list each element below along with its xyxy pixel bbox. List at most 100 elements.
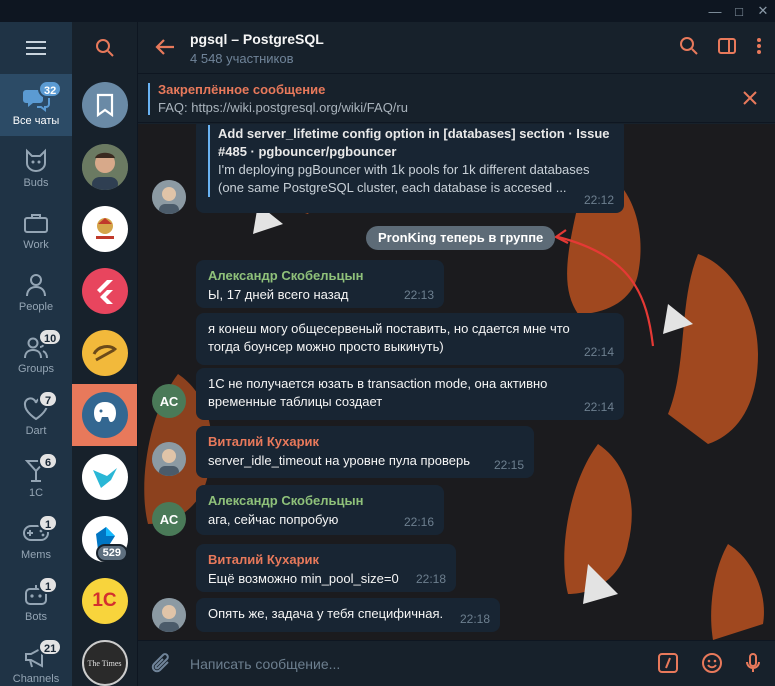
person-icon bbox=[26, 274, 46, 297]
maximize-icon[interactable]: □ bbox=[727, 0, 751, 22]
paperclip-icon bbox=[151, 653, 169, 673]
folder-buds[interactable]: Buds bbox=[0, 136, 72, 198]
cat-icon bbox=[26, 148, 46, 172]
compose-bar: Написать сообщение... bbox=[138, 640, 775, 686]
message-text: server_idle_timeout на уровне пула прове… bbox=[208, 453, 470, 468]
chat-title[interactable]: pgsql – PostgreSQL bbox=[190, 31, 324, 47]
link-preview-message[interactable]: Add server_lifetime config option in [da… bbox=[196, 124, 624, 213]
unread-badge: 1 bbox=[38, 514, 58, 532]
flutter-icon bbox=[81, 268, 128, 314]
chat-gopher[interactable] bbox=[72, 322, 137, 384]
message-text: тогда боунсер можно просто выкинуть) bbox=[208, 339, 444, 354]
author-name[interactable]: Александр Скобельцын bbox=[208, 267, 434, 285]
unread-badge: 6 bbox=[38, 452, 58, 470]
message-text: временные таблицы создает bbox=[208, 394, 383, 409]
folder-mems[interactable]: Mems 1 bbox=[0, 508, 72, 570]
author-name[interactable]: Виталий Кухарик bbox=[208, 551, 446, 569]
author-name[interactable]: Александр Скобельцын bbox=[208, 492, 434, 510]
more-vertical-icon[interactable] bbox=[755, 36, 763, 56]
bookmark-icon bbox=[81, 82, 128, 128]
1c-logo-icon: 1С bbox=[81, 578, 128, 624]
folder-channels[interactable]: Channels 21 bbox=[0, 632, 72, 686]
message-time: 22:14 bbox=[583, 345, 614, 359]
message-area: Add server_lifetime config option in [da… bbox=[138, 124, 775, 640]
emoji-icon[interactable] bbox=[701, 652, 723, 674]
avatar[interactable] bbox=[152, 598, 186, 632]
unread-badge: 7 bbox=[38, 390, 58, 408]
briefcase-icon bbox=[24, 214, 48, 233]
postgresql-icon bbox=[81, 392, 128, 438]
message-time: 22:13 bbox=[403, 288, 434, 302]
folder-label: Buds bbox=[23, 177, 49, 189]
message-bubble[interactable]: Виталий Кухарик server_idle_timeout на у… bbox=[196, 426, 534, 478]
folder-groups[interactable]: Groups 10 bbox=[0, 322, 72, 384]
chat-1c[interactable]: 1С bbox=[72, 570, 137, 632]
folder-all-chats[interactable]: Все чаты 32 bbox=[0, 74, 72, 136]
search-icon[interactable] bbox=[679, 36, 699, 56]
folder-label: Все чаты bbox=[12, 115, 60, 127]
chat-saved-messages[interactable] bbox=[72, 74, 137, 136]
folder-work[interactable]: Work bbox=[0, 198, 72, 260]
close-icon bbox=[743, 91, 757, 105]
emblem-avatar bbox=[81, 206, 128, 252]
folders-sidebar: Все чаты 32 Buds Work People Groups 10 D… bbox=[0, 22, 72, 686]
pinned-message[interactable]: Закреплённое сообщение FAQ: https://wiki… bbox=[138, 75, 775, 123]
service-message: PronKing теперь в группе bbox=[366, 226, 556, 250]
message-time: 22:18 bbox=[415, 572, 446, 586]
message-bubble[interactable]: Виталий Кухарик Ещё возможно min_pool_si… bbox=[196, 544, 456, 592]
search-button[interactable] bbox=[72, 22, 137, 74]
avatar bbox=[81, 144, 128, 190]
close-icon[interactable]: ✕ bbox=[751, 0, 775, 22]
folder-dart[interactable]: Dart 7 bbox=[0, 384, 72, 446]
folder-label: People bbox=[18, 301, 54, 313]
attach-button[interactable] bbox=[150, 652, 172, 681]
unread-badge: 10 bbox=[38, 328, 63, 346]
message-bubble[interactable]: Опять же, задача у тебя специфичная. 22:… bbox=[196, 598, 500, 632]
times-logo-icon: The Times bbox=[81, 640, 128, 686]
message-text: Опять же, задача у тебя специфичная. bbox=[208, 606, 444, 621]
search-icon bbox=[95, 39, 114, 57]
hamburger-icon bbox=[26, 47, 46, 49]
times-logo-text: The Times bbox=[87, 658, 122, 668]
message-input[interactable]: Написать сообщение... bbox=[190, 656, 340, 672]
microphone-icon[interactable] bbox=[745, 652, 761, 674]
folder-bots[interactable]: Bots 1 bbox=[0, 570, 72, 632]
message-bubble[interactable]: я конеш могу общесервеный поставить, но … bbox=[196, 313, 624, 365]
chat-emblem[interactable] bbox=[72, 198, 137, 260]
avatar[interactable]: АС bbox=[152, 384, 186, 418]
bot-commands-icon[interactable] bbox=[657, 652, 679, 674]
chat-flutter[interactable] bbox=[72, 260, 137, 322]
avatar[interactable] bbox=[152, 180, 186, 214]
chat-person[interactable] bbox=[72, 136, 137, 198]
minimize-icon[interactable]: — bbox=[703, 0, 727, 22]
folder-1c[interactable]: 1C 6 bbox=[0, 446, 72, 508]
message-time: 22:18 bbox=[459, 612, 490, 626]
folder-label: Groups bbox=[17, 363, 55, 375]
chat-postgresql[interactable] bbox=[72, 384, 137, 446]
pinned-indicator bbox=[148, 83, 150, 115]
chat-times[interactable]: The Times bbox=[72, 632, 137, 686]
preview-title-line2[interactable]: #485 · pgbouncer/pgbouncer bbox=[218, 143, 614, 161]
sidebar-toggle-icon[interactable] bbox=[717, 36, 737, 56]
message-text: Ещё возможно min_pool_size=0 bbox=[208, 571, 399, 586]
close-pinned-button[interactable] bbox=[741, 89, 759, 112]
1c-logo-text: 1С bbox=[92, 590, 117, 611]
folder-label: Bots bbox=[24, 611, 47, 623]
preview-title-line1[interactable]: Add server_lifetime config option in [da… bbox=[218, 125, 614, 143]
message-bubble[interactable]: Александр Скобельцын ага, сейчас попробу… bbox=[196, 485, 444, 535]
chat-bird[interactable] bbox=[72, 446, 137, 508]
avatar[interactable]: АС bbox=[152, 502, 186, 536]
back-button[interactable] bbox=[154, 36, 176, 63]
author-name[interactable]: Виталий Кухарик bbox=[208, 433, 524, 451]
message-time: 22:14 bbox=[583, 400, 614, 414]
chat-dart[interactable]: 529 bbox=[72, 508, 137, 570]
message-bubble[interactable]: Александр Скобельцын Ы, 17 дней всего на… bbox=[196, 260, 444, 308]
pinned-title: Закреплённое сообщение bbox=[158, 82, 326, 97]
message-time: 22:12 bbox=[583, 193, 614, 207]
unread-badge: 21 bbox=[38, 638, 63, 656]
menu-button[interactable] bbox=[0, 22, 72, 74]
message-bubble[interactable]: 1С не получается юзать в transaction mod… bbox=[196, 368, 624, 420]
avatar[interactable] bbox=[152, 442, 186, 476]
folder-label: Mems bbox=[21, 549, 51, 561]
folder-people[interactable]: People bbox=[0, 260, 72, 322]
